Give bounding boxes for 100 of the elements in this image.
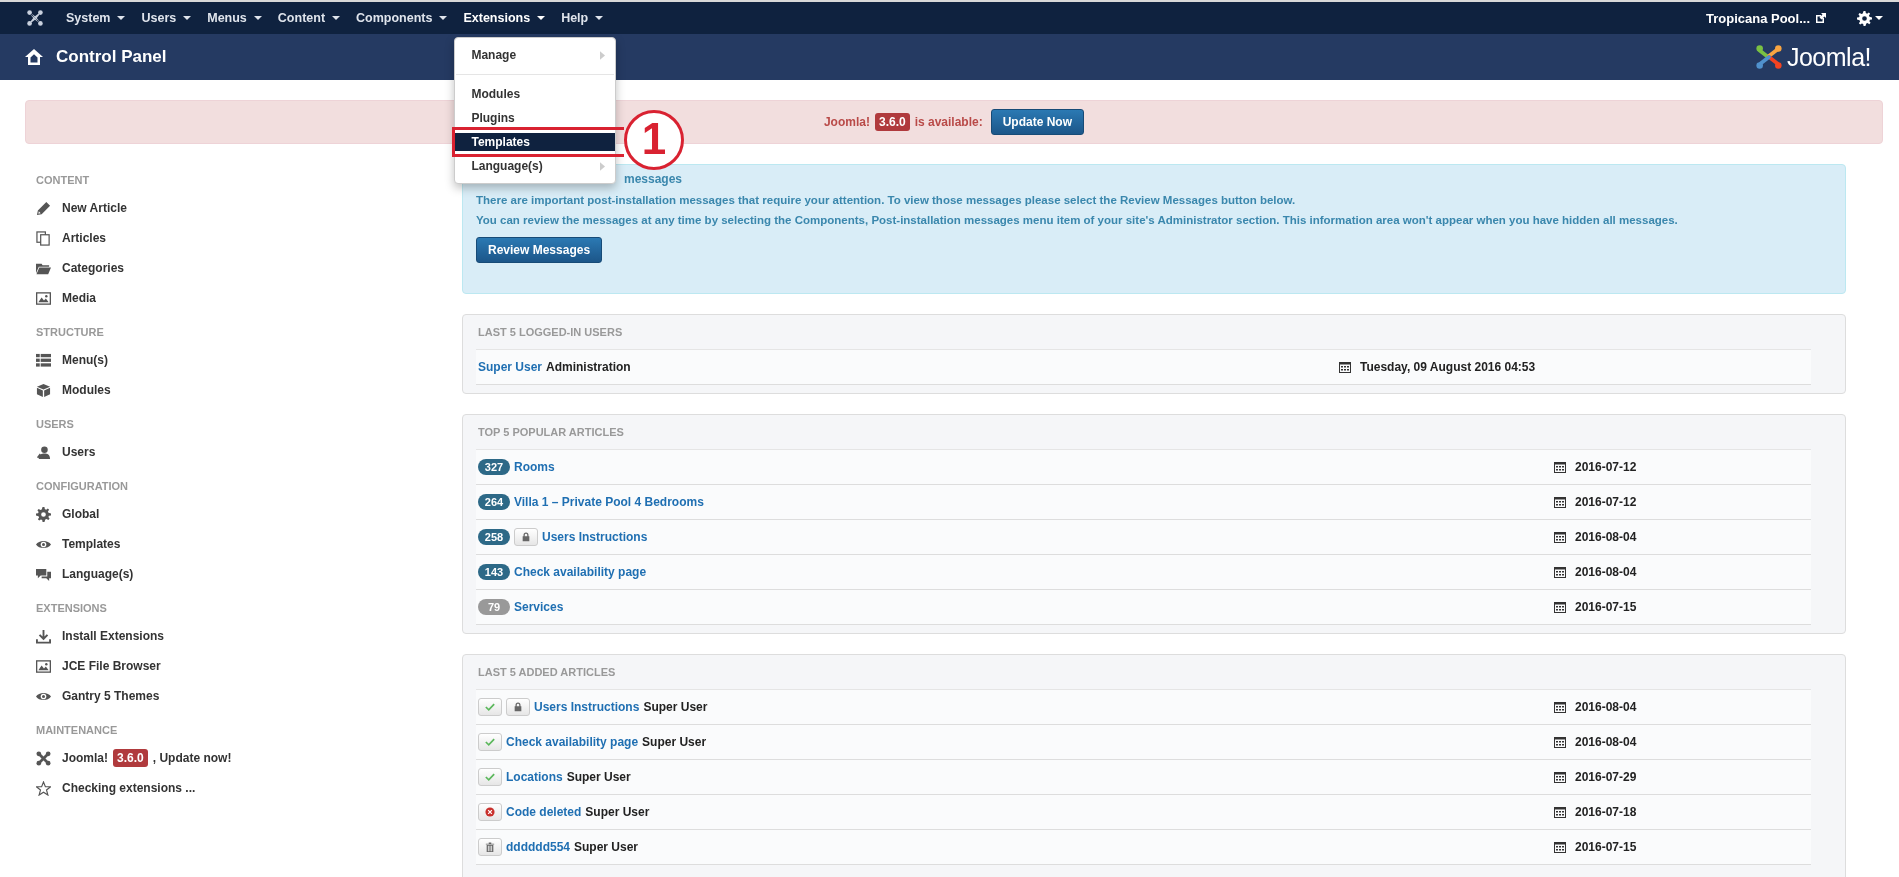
check-icon[interactable] — [478, 698, 502, 716]
article-link[interactable]: Check availability page — [514, 565, 647, 579]
article-link[interactable]: Check availability page — [506, 735, 639, 749]
calendar-icon — [1554, 496, 1566, 508]
joomla-icon — [36, 750, 51, 766]
article-link[interactable]: Users Instructions — [534, 700, 640, 714]
calendar-icon — [1339, 361, 1351, 373]
calendar-icon — [1554, 531, 1566, 543]
article-link[interactable]: Rooms — [514, 460, 555, 474]
sidebar-link[interactable]: Joomla! — [62, 751, 108, 765]
check-icon[interactable] — [478, 768, 502, 786]
calendar-icon — [1554, 601, 1566, 613]
version-badge: 3.6.0 — [874, 113, 910, 131]
update-link[interactable]: , Update now! — [152, 751, 232, 765]
sidebar-link[interactable]: Global — [62, 507, 100, 521]
sidebar-heading: MAINTENANCE — [36, 724, 119, 736]
joomla-icon[interactable] — [26, 9, 44, 27]
nav-menu[interactable]: Menus — [207, 11, 262, 25]
calendar-icon — [1554, 461, 1566, 473]
dropdown-item[interactable]: Plugins — [455, 109, 616, 127]
dropdown-item[interactable]: Language(s) — [455, 157, 616, 175]
dropdown-item[interactable]: Manage — [455, 44, 616, 66]
trash-icon[interactable] — [478, 838, 502, 856]
sidebar-link[interactable]: Articles — [62, 231, 107, 245]
version-badge: 3.6.0 — [113, 749, 148, 767]
star-icon — [36, 780, 51, 796]
date-text: 2016-07-29 — [1575, 770, 1637, 784]
hits-badge: 327 — [478, 459, 510, 475]
hits-badge: 143 — [478, 564, 510, 580]
sidebar-link[interactable]: Modules — [62, 383, 111, 397]
calendar-icon — [1554, 806, 1566, 818]
image-icon — [36, 290, 51, 306]
sidebar-link[interactable]: JCE File Browser — [62, 659, 161, 673]
sidebar-link[interactable]: Checking extensions ... — [62, 781, 196, 795]
chevron-icon — [600, 161, 606, 171]
calendar-icon — [1554, 701, 1566, 713]
nav-menu[interactable]: Extensions — [463, 11, 546, 25]
author-text: Super User — [642, 735, 707, 749]
sidebar-link[interactable]: Users — [62, 445, 96, 459]
list-icon — [36, 352, 51, 368]
date-text: 2016-08-04 — [1575, 530, 1637, 544]
nav-menu[interactable]: Components — [356, 11, 448, 25]
author-text: Super User — [643, 700, 708, 714]
sidebar-link[interactable]: New Article — [62, 201, 127, 215]
sidebar-heading: USERS — [36, 418, 75, 430]
author-text: Super User — [585, 805, 650, 819]
sidebar-link[interactable]: Categories — [62, 261, 125, 275]
info-title: messages — [624, 172, 683, 186]
sidebar-link[interactable]: Menu(s) — [62, 353, 108, 367]
page-title: Control Panel — [56, 47, 167, 67]
article-link[interactable]: Villa 1 – Private Pool 4 Bedrooms — [514, 495, 704, 509]
date-text: 2016-08-04 — [1575, 735, 1637, 749]
gear-icon — [36, 506, 51, 522]
user-role: Administration — [546, 360, 631, 374]
hits-badge: 79 — [478, 599, 510, 615]
hits-badge: 264 — [478, 494, 510, 510]
review-messages-button[interactable]: Review Messages — [476, 237, 603, 263]
settings-menu[interactable] — [1857, 10, 1883, 26]
article-link[interactable]: dddddd554 — [506, 840, 570, 854]
article-link[interactable]: Locations — [506, 770, 563, 784]
date-text: 2016-07-15 — [1575, 840, 1637, 854]
nav-menu[interactable]: Content — [277, 11, 341, 25]
article-link[interactable]: Users Instructions — [542, 530, 648, 544]
article-link[interactable]: Code deleted — [506, 805, 582, 819]
info-text: There are important post-installation messages that require your attention. To view those messages please select the Review Messages button below. — [476, 194, 1297, 206]
article-link[interactable]: Services — [514, 600, 564, 614]
hits-badge: 258 — [478, 529, 510, 545]
sidebar-heading: CONTENT — [36, 174, 91, 186]
sidebar-heading: STRUCTURE — [36, 326, 105, 338]
pencil-icon — [36, 200, 51, 216]
sidebar-heading: CONFIGURATION — [36, 480, 130, 492]
dropdown-item[interactable]: Modules — [455, 85, 616, 103]
check-icon[interactable] — [478, 733, 502, 751]
sidebar-link[interactable]: Language(s) — [62, 567, 134, 581]
sidebar-link[interactable]: Templates — [62, 537, 121, 551]
calendar-icon — [1554, 736, 1566, 748]
nav-menu[interactable]: Users — [141, 11, 192, 25]
chevron-icon — [600, 50, 606, 60]
logo-text: Joomla! — [1786, 42, 1871, 72]
user-link[interactable]: Super User — [478, 360, 543, 374]
download-icon — [36, 628, 51, 644]
nav-menu[interactable]: Help — [561, 11, 604, 25]
dropdown-item[interactable]: Templates — [455, 133, 616, 151]
cube-icon — [36, 382, 51, 398]
date-text: Tuesday, 09 August 2016 04:53 — [1360, 360, 1536, 374]
unpublished-icon[interactable] — [478, 803, 502, 821]
site-link[interactable]: Tropicana Pool... — [1705, 10, 1810, 26]
alert-text: is available: — [914, 115, 983, 129]
date-text: 2016-08-04 — [1575, 700, 1637, 714]
home-icon — [24, 48, 44, 66]
calendar-icon — [1554, 566, 1566, 578]
sidebar-link[interactable]: Media — [62, 291, 96, 305]
sidebar-link[interactable]: Gantry 5 Themes — [62, 689, 160, 703]
date-text: 2016-07-12 — [1575, 460, 1637, 474]
calendar-icon — [1554, 771, 1566, 783]
update-now-button[interactable]: Update Now — [990, 109, 1085, 135]
alert-text: Joomla! — [823, 115, 870, 129]
sidebar-link[interactable]: Install Extensions — [62, 629, 165, 643]
external-link-icon[interactable] — [1815, 12, 1827, 24]
nav-menu[interactable]: System — [66, 11, 126, 25]
